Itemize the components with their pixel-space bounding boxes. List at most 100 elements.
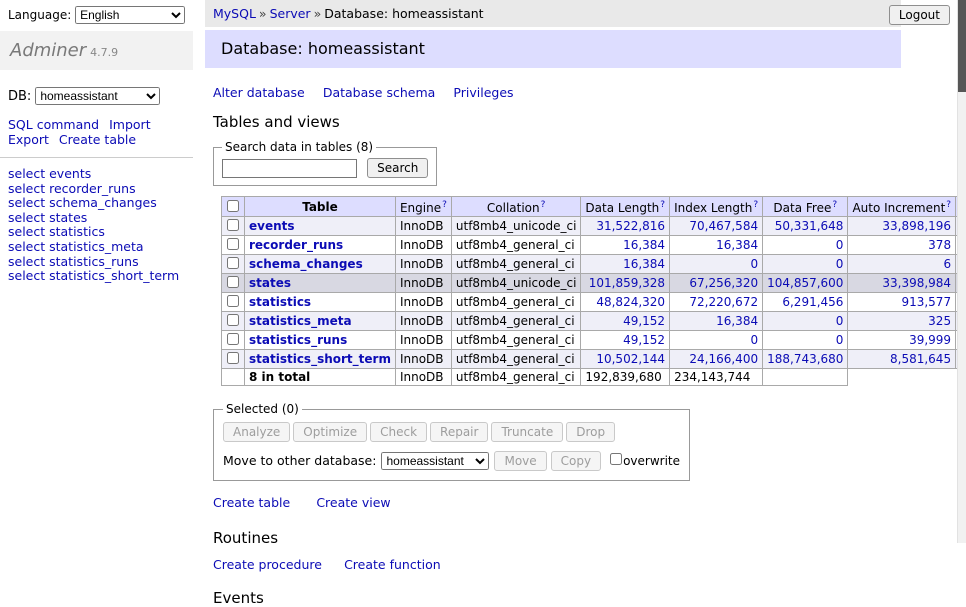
data-length-link[interactable]: 49,152 [585, 314, 665, 328]
auto-increment-link[interactable]: 378 [852, 238, 951, 252]
column-help-link[interactable]: ? [832, 200, 837, 210]
table-name-link[interactable]: states [249, 276, 291, 290]
table-name-link[interactable]: statistics_short_term [249, 352, 391, 366]
privileges-link[interactable]: Privileges [453, 85, 513, 100]
sidebar-table-link[interactable]: select events [8, 167, 185, 181]
index-length-link[interactable]: 0 [674, 257, 758, 271]
index-length-link[interactable]: 70,467,584 [674, 219, 758, 233]
overwrite-checkbox[interactable] [610, 453, 622, 465]
move-db-select[interactable]: homeassistant [381, 452, 489, 470]
row-checkbox[interactable] [227, 295, 239, 307]
import-link[interactable]: Import [109, 117, 151, 132]
index-length-link[interactable]: 72,220,672 [674, 295, 758, 309]
auto-increment-link[interactable]: 33,898,196 [852, 219, 951, 233]
tables-heading: Tables and views [213, 113, 901, 131]
logout-button[interactable]: Logout [889, 5, 950, 25]
data-length-link[interactable]: 10,502,144 [585, 352, 665, 366]
sidebar-table-link[interactable]: select statistics_meta [8, 240, 185, 254]
analyze-button[interactable]: Analyze [223, 422, 290, 442]
engine-cell: InnoDB [395, 217, 451, 236]
data-length-link[interactable]: 16,384 [585, 238, 665, 252]
index-length-link[interactable]: 0 [674, 333, 758, 347]
row-checkbox[interactable] [227, 219, 239, 231]
export-link[interactable]: Export [8, 132, 49, 147]
column-help-link[interactable]: ? [753, 200, 758, 210]
table-name-link[interactable]: statistics [249, 295, 311, 309]
search-button[interactable]: Search [367, 158, 428, 178]
row-checkbox[interactable] [227, 352, 239, 364]
create-function-link[interactable]: Create function [344, 557, 441, 572]
create-procedure-link[interactable]: Create procedure [213, 557, 322, 572]
auto-increment-link[interactable]: 913,577 [852, 295, 951, 309]
data-free-link[interactable]: 0 [767, 257, 843, 271]
move-button[interactable]: Move [494, 451, 546, 471]
language-select[interactable]: English [75, 6, 185, 24]
create-table-link-side[interactable]: Create table [59, 132, 136, 147]
row-checkbox[interactable] [227, 333, 239, 345]
data-length-link[interactable]: 31,522,816 [585, 219, 665, 233]
scrollbar-thumb[interactable] [958, 0, 966, 92]
auto-increment-link[interactable]: 33,398,984 [852, 276, 951, 290]
data-free-link[interactable]: 0 [767, 314, 843, 328]
optimize-button[interactable]: Optimize [293, 422, 367, 442]
data-free-link[interactable]: 50,331,648 [767, 219, 843, 233]
auto-increment-link[interactable]: 6 [852, 257, 951, 271]
data-length-link[interactable]: 101,859,328 [585, 276, 665, 290]
data-length-link[interactable]: 49,152 [585, 333, 665, 347]
data-free-link[interactable]: 104,857,600 [767, 276, 843, 290]
sidebar-table-link[interactable]: select recorder_runs [8, 182, 185, 196]
sidebar-table-link[interactable]: select statistics [8, 225, 185, 239]
sql-command-link[interactable]: SQL command [8, 117, 99, 132]
column-header-data-length: Data Length? [581, 197, 670, 217]
scrollbar[interactable] [957, 0, 966, 543]
sidebar-table-link[interactable]: select states [8, 211, 185, 225]
sidebar-table-link[interactable]: select statistics_short_term [8, 269, 185, 283]
table-name-link[interactable]: recorder_runs [249, 238, 343, 252]
sidebar-table-link[interactable]: select statistics_runs [8, 255, 185, 269]
data-length-link[interactable]: 16,384 [585, 257, 665, 271]
row-checkbox[interactable] [227, 257, 239, 269]
search-input[interactable] [222, 159, 357, 178]
data-free-link[interactable]: 188,743,680 [767, 352, 843, 366]
copy-button[interactable]: Copy [551, 451, 601, 471]
auto-increment-link[interactable]: 325 [852, 314, 951, 328]
data-free-link[interactable]: 0 [767, 333, 843, 347]
breadcrumb-server-link[interactable]: Server [270, 6, 311, 21]
table-name-link[interactable]: statistics_runs [249, 333, 347, 347]
truncate-button[interactable]: Truncate [491, 422, 563, 442]
index-length-link[interactable]: 67,256,320 [674, 276, 758, 290]
check-button[interactable]: Check [370, 422, 427, 442]
create-table-link[interactable]: Create table [213, 495, 290, 510]
table-name-link[interactable]: schema_changes [249, 257, 363, 271]
row-checkbox[interactable] [227, 238, 239, 250]
database-schema-link[interactable]: Database schema [323, 85, 435, 100]
app-logo: Adminer [10, 40, 86, 61]
column-help-link[interactable]: ? [660, 200, 665, 210]
index-length-link[interactable]: 16,384 [674, 314, 758, 328]
index-length-link[interactable]: 16,384 [674, 238, 758, 252]
db-select[interactable]: homeassistant [35, 87, 160, 105]
table-name-link[interactable]: events [249, 219, 295, 233]
auto-increment-link[interactable]: 8,581,645 [852, 352, 951, 366]
auto-increment-link[interactable]: 39,999 [852, 333, 951, 347]
data-free-link[interactable]: 0 [767, 238, 843, 252]
row-checkbox[interactable] [227, 276, 239, 288]
db-label: DB: [8, 89, 31, 104]
sidebar-table-link[interactable]: select schema_changes [8, 196, 185, 210]
table-name-link[interactable]: statistics_meta [249, 314, 352, 328]
column-help-link[interactable]: ? [442, 200, 447, 210]
column-help-link[interactable]: ? [946, 200, 951, 210]
data-free-link[interactable]: 6,291,456 [767, 295, 843, 309]
row-checkbox[interactable] [227, 314, 239, 326]
alter-database-link[interactable]: Alter database [213, 85, 305, 100]
drop-button[interactable]: Drop [566, 422, 615, 442]
index-length-link[interactable]: 24,166,400 [674, 352, 758, 366]
total-data-length: 192,839,680 [581, 369, 670, 386]
select-all-checkbox[interactable] [227, 200, 239, 212]
breadcrumb-mysql-link[interactable]: MySQL [213, 6, 256, 21]
data-length-link[interactable]: 48,824,320 [585, 295, 665, 309]
create-view-link[interactable]: Create view [316, 495, 390, 510]
column-help-link[interactable]: ? [541, 200, 546, 210]
overwrite-label[interactable]: overwrite [623, 454, 680, 468]
repair-button[interactable]: Repair [430, 422, 488, 442]
